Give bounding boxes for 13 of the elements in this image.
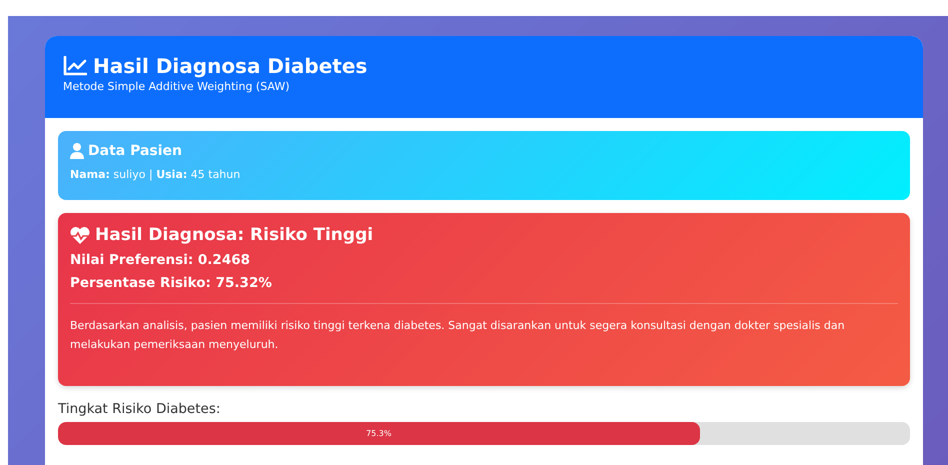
heartbeat-icon: [70, 226, 90, 244]
advice-text: Berdasarkan analisis, pasien memiliki risiko tinggi terkena diabetes. Sangat disarankan untuk segera konsultasi dengan dokter spesialis dan melakukan pemeriksaan menyeluruh.: [70, 318, 846, 353]
risk-percentage: Persentase Risiko: 75.32%: [70, 275, 273, 291]
meter-label: Tingkat Risiko Diabetes:: [58, 401, 222, 417]
line-chart-icon: [63, 56, 87, 76]
diagnosis-title: Hasil Diagnosa: Risiko Tinggi: [95, 225, 374, 245]
page-subtitle: Metode Simple Additive Weighting (SAW): [63, 80, 290, 93]
user-icon: [70, 143, 84, 159]
patient-title: Data Pasien: [88, 143, 182, 159]
page-title: Hasil Diagnosa Diabetes: [93, 54, 368, 78]
progress-reading: 75.3%: [366, 429, 392, 438]
patient-details: Nama: suliyo | Usia: 45 tahun: [70, 168, 242, 181]
preference-value: Nilai Preferensi: 0.2468: [70, 252, 252, 268]
